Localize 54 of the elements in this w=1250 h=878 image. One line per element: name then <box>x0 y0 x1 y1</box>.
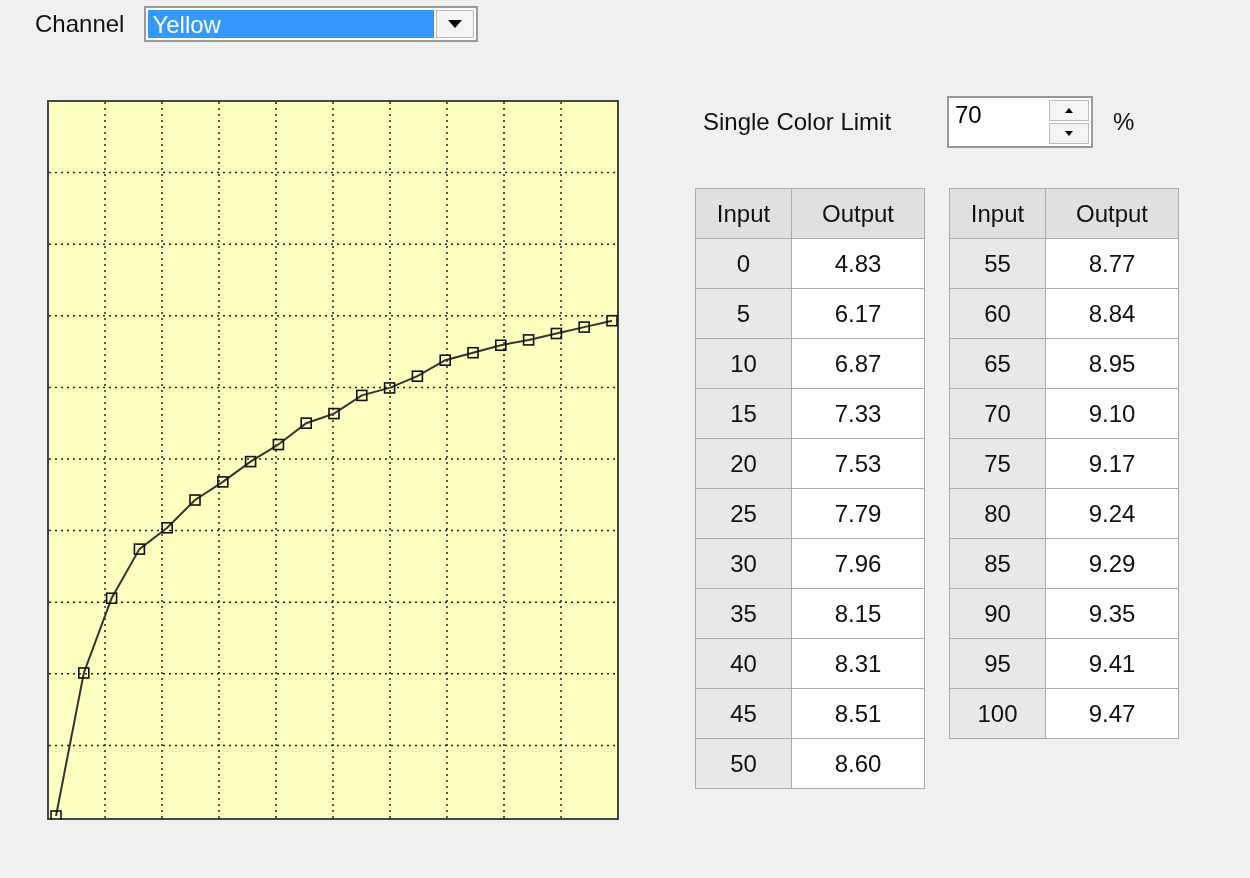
input-cell: 65 <box>950 339 1045 388</box>
input-cell: 15 <box>696 389 791 438</box>
input-cell: 60 <box>950 289 1045 338</box>
input-cell: 55 <box>950 239 1045 288</box>
column-header: Input <box>950 189 1045 238</box>
column-header: Output <box>792 189 924 238</box>
output-cell[interactable]: 8.15 <box>792 589 924 638</box>
output-cell[interactable]: 8.95 <box>1046 339 1178 388</box>
output-cell[interactable]: 9.47 <box>1046 689 1178 738</box>
percent-unit: % <box>1113 108 1135 136</box>
input-cell: 10 <box>696 339 791 388</box>
input-cell: 80 <box>950 489 1045 538</box>
output-cell[interactable]: 9.41 <box>1046 639 1178 688</box>
output-cell[interactable]: 7.53 <box>792 439 924 488</box>
input-cell: 100 <box>950 689 1045 738</box>
input-cell: 35 <box>696 589 791 638</box>
up-arrow-icon <box>1065 108 1073 113</box>
channel-label: Channel <box>35 10 125 38</box>
output-cell[interactable]: 7.96 <box>792 539 924 588</box>
output-cell[interactable]: 9.29 <box>1046 539 1178 588</box>
input-cell: 70 <box>950 389 1045 438</box>
output-cell[interactable]: 4.83 <box>792 239 924 288</box>
input-cell: 85 <box>950 539 1045 588</box>
input-cell: 5 <box>696 289 791 338</box>
output-cell[interactable]: 8.77 <box>1046 239 1178 288</box>
input-cell: 90 <box>950 589 1045 638</box>
input-cell: 0 <box>696 239 791 288</box>
input-cell: 25 <box>696 489 791 538</box>
output-cell[interactable]: 8.51 <box>792 689 924 738</box>
output-cell[interactable]: 9.24 <box>1046 489 1178 538</box>
column-header: Output <box>1046 189 1178 238</box>
spin-down-button[interactable] <box>1049 123 1089 144</box>
output-cell[interactable]: 9.17 <box>1046 439 1178 488</box>
input-cell: 20 <box>696 439 791 488</box>
input-cell: 45 <box>696 689 791 738</box>
output-cell[interactable]: 9.10 <box>1046 389 1178 438</box>
output-cell[interactable]: 8.84 <box>1046 289 1178 338</box>
input-cell: 75 <box>950 439 1045 488</box>
output-cell[interactable]: 6.17 <box>792 289 924 338</box>
column-header: Input <box>696 189 791 238</box>
input-cell: 30 <box>696 539 791 588</box>
output-cell[interactable]: 8.60 <box>792 739 924 788</box>
spin-up-button[interactable] <box>1049 100 1089 121</box>
dropdown-arrow-icon <box>448 20 463 28</box>
output-cell[interactable]: 7.79 <box>792 489 924 538</box>
output-cell[interactable]: 6.87 <box>792 339 924 388</box>
single-color-limit-label: Single Color Limit <box>702 108 893 136</box>
output-cell[interactable]: 9.35 <box>1046 589 1178 638</box>
output-cell[interactable]: 7.33 <box>792 389 924 438</box>
input-cell: 95 <box>950 639 1045 688</box>
input-cell: 40 <box>696 639 791 688</box>
input-cell: 50 <box>696 739 791 788</box>
down-arrow-icon <box>1065 131 1073 136</box>
output-cell[interactable]: 8.31 <box>792 639 924 688</box>
